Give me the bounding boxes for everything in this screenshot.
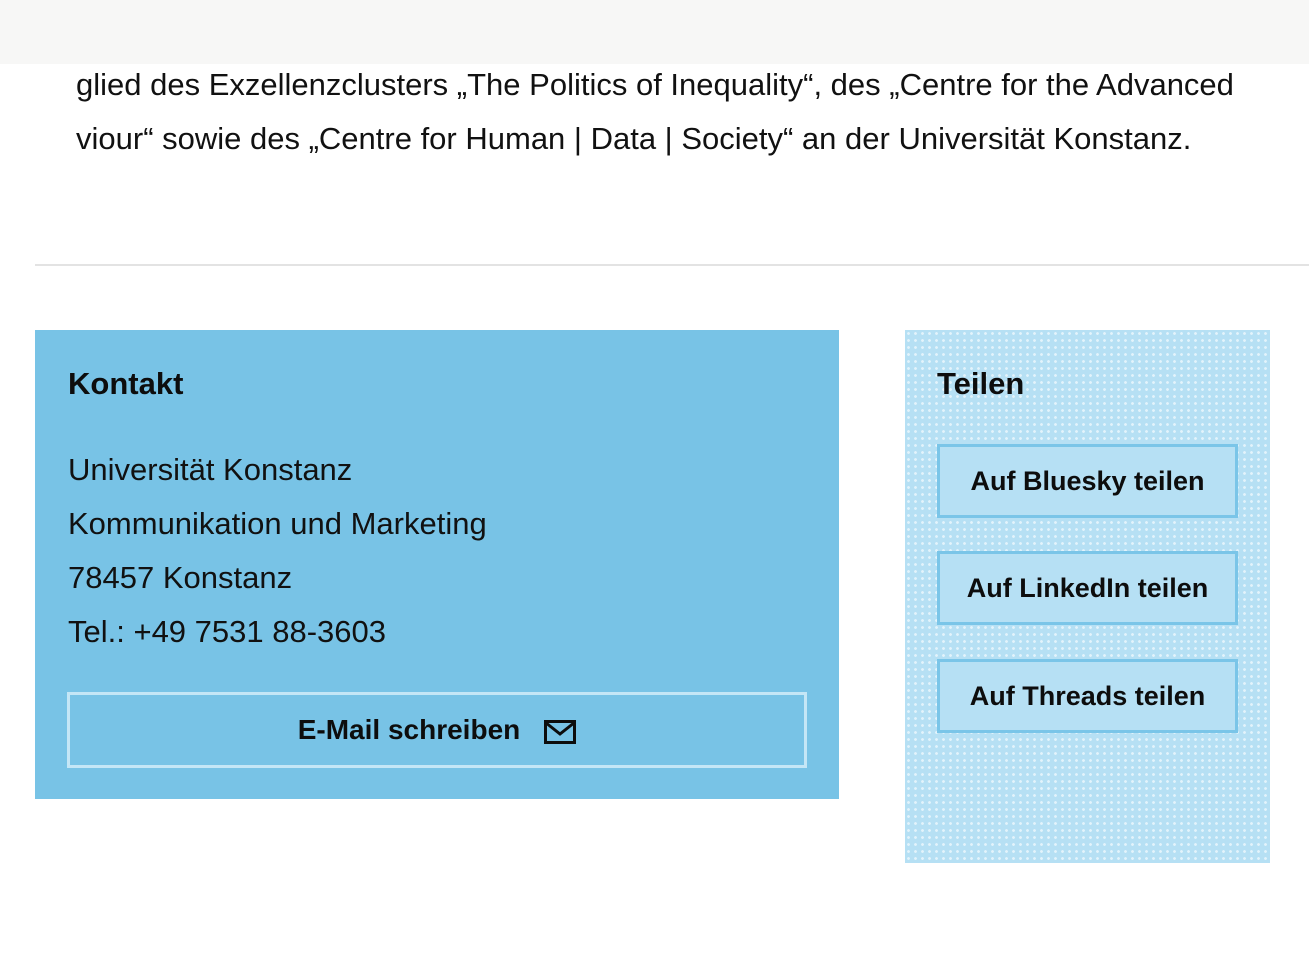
envelope-icon [544, 720, 577, 744]
email-button[interactable]: E-Mail schreiben [67, 692, 807, 768]
share-heading: Teilen [937, 366, 1025, 401]
contact-heading: Kontakt [68, 366, 184, 401]
share-threads-button[interactable]: Auf Threads teilen [937, 659, 1238, 733]
address-line-phone: Tel.: +49 7531 88-3603 [68, 614, 387, 649]
share-bluesky-button[interactable]: Auf Bluesky teilen [937, 444, 1238, 518]
address-line-organization: Universität Konstanz [68, 452, 353, 487]
share-box: Teilen Auf Bluesky teilen Auf LinkedIn t… [905, 330, 1270, 863]
article-text-line: glied des Exzellenzclusters „The Politic… [76, 67, 1234, 102]
share-linkedin-button[interactable]: Auf LinkedIn teilen [937, 551, 1238, 625]
section-divider [35, 264, 1309, 266]
address-line-department: Kommunikation und Marketing [68, 506, 487, 541]
address-line-city: 78457 Konstanz [68, 560, 293, 595]
email-button-label: E-Mail schreiben [297, 714, 521, 745]
contact-address: Universität Konstanz Kommunikation und M… [68, 443, 487, 659]
contact-box: Kontakt Universität Konstanz Kommunikati… [35, 330, 839, 799]
article-text: glied des Exzellenzclusters „The Politic… [76, 58, 1309, 166]
top-bar [0, 0, 1309, 64]
article-text-line: viour“ sowie des „Centre for Human | Dat… [76, 121, 1192, 156]
